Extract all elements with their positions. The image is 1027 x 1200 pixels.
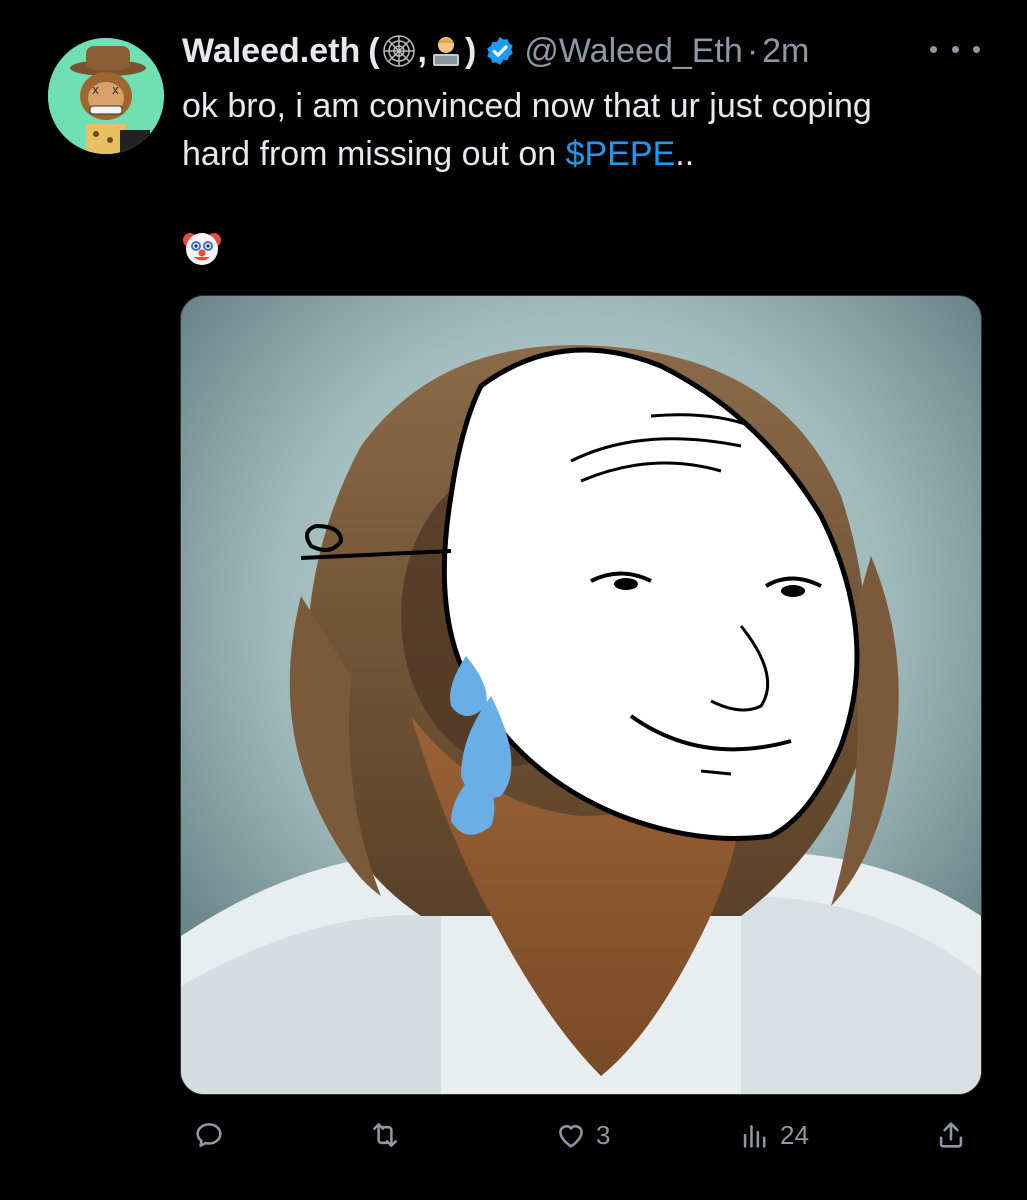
svg-text:x: x — [112, 83, 119, 97]
tweet-timestamp[interactable]: 2m — [762, 32, 809, 71]
heart-icon — [559, 1125, 583, 1148]
reply-button[interactable] — [192, 1110, 234, 1160]
share-button[interactable] — [934, 1110, 968, 1160]
author-avatar[interactable]: x x — [48, 38, 164, 154]
ape-avatar-image: x x — [48, 38, 164, 154]
share-icon — [939, 1122, 963, 1148]
tweet-header: Waleed.eth ( , ) @Waleed_Eth · 2m — [182, 26, 809, 76]
svg-text:x: x — [92, 83, 99, 97]
name-separator: , — [417, 31, 427, 70]
name-paren-close: ) — [465, 31, 477, 70]
views-button[interactable]: 24 — [738, 1110, 809, 1160]
author-display-name[interactable]: Waleed.eth — [182, 32, 360, 71]
clown-face-icon — [183, 233, 221, 265]
tweet-body: ok bro, i am convinced now that ur just … — [182, 82, 982, 178]
author-handle[interactable]: @Waleed_Eth — [524, 32, 742, 71]
like-button[interactable]: 3 — [554, 1110, 610, 1160]
tweet-text-line-2-end: .. — [675, 135, 695, 173]
views-count: 24 — [780, 1119, 809, 1150]
tweet-text-line-2: hard from missing out on $PEPE.. — [182, 130, 982, 178]
reply-icon — [196, 1123, 222, 1147]
name-paren-open: ( — [368, 31, 380, 70]
like-count: 3 — [596, 1119, 611, 1150]
spider-web-icon — [382, 35, 415, 67]
more-options-icon[interactable] — [930, 34, 980, 64]
tweet-action-bar: 3 24 — [182, 1110, 982, 1160]
tweet-text-line-1: ok bro, i am convinced now that ur just … — [182, 87, 872, 125]
tweet-text-line-2-start: hard from missing out on — [182, 135, 566, 173]
cashtag-link[interactable]: $PEPE — [566, 135, 676, 173]
verified-badge-icon — [487, 37, 513, 65]
meta-separator: · — [746, 31, 759, 70]
technologist-icon — [433, 37, 459, 66]
tweet-media-image[interactable] — [180, 295, 982, 1095]
analytics-icon — [743, 1125, 766, 1148]
retweet-button[interactable] — [368, 1110, 410, 1160]
retweet-icon — [373, 1123, 397, 1147]
meme-photo — [181, 296, 981, 1094]
